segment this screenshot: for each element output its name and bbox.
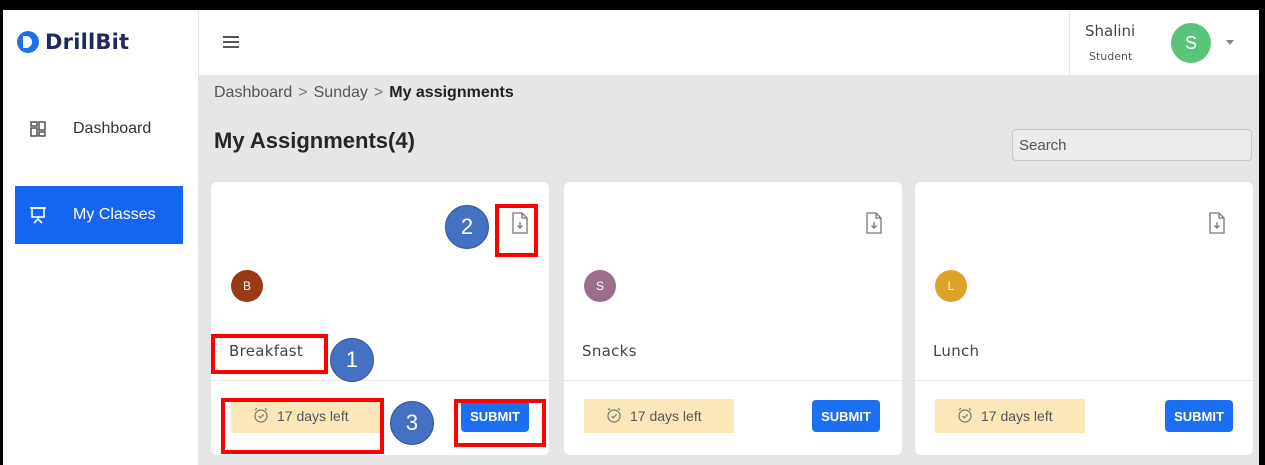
assignment-card-snacks[interactable]: S Snacks 17 days left SUBMIT <box>564 182 902 455</box>
user-name: Shalini <box>1085 22 1136 40</box>
file-download-icon[interactable] <box>865 212 883 234</box>
highlight-box-assignment-name <box>211 334 328 374</box>
sidebar-item-label: Dashboard <box>73 120 152 137</box>
highlight-box-download <box>495 204 538 257</box>
highlight-box-days-left <box>221 398 384 454</box>
submit-button[interactable]: SUBMIT <box>812 400 880 432</box>
drillbit-logo-icon <box>17 31 39 53</box>
breadcrumb-separator: > <box>298 84 308 101</box>
card-divider <box>211 380 549 381</box>
assignment-name[interactable]: Snacks <box>582 342 637 360</box>
alarm-clock-icon <box>606 407 622 426</box>
hamburger-menu-icon[interactable] <box>223 36 239 48</box>
chevron-down-icon[interactable] <box>1226 40 1234 45</box>
search-input[interactable] <box>1012 129 1252 161</box>
breadcrumb: Dashboard > Sunday > My assignments <box>214 84 514 102</box>
top-bar: Shalini Student S <box>199 10 1259 76</box>
dashboard-grid-icon <box>29 120 47 138</box>
presentation-board-icon <box>29 206 47 224</box>
sidebar-item-label: My Classes <box>73 206 156 223</box>
card-divider <box>564 380 902 381</box>
annotation-marker-3: 3 <box>390 401 434 445</box>
user-avatar[interactable]: S <box>1171 23 1211 63</box>
assignment-name[interactable]: Lunch <box>933 342 979 360</box>
page-title: My Assignments(4) <box>214 128 415 153</box>
submit-button[interactable]: SUBMIT <box>1165 400 1233 432</box>
breadcrumb-current: My assignments <box>389 84 514 101</box>
assignment-avatar: B <box>231 270 263 302</box>
days-left-badge: 17 days left <box>584 399 734 433</box>
annotation-marker-1: 1 <box>330 338 374 382</box>
breadcrumb-link-dashboard[interactable]: Dashboard <box>214 84 292 102</box>
user-role: Student <box>1089 50 1133 63</box>
sidebar-item-dashboard[interactable]: Dashboard <box>15 100 183 158</box>
sidebar-item-my-classes[interactable]: My Classes <box>15 186 183 244</box>
days-left-badge: 17 days left <box>935 399 1085 433</box>
logo-text: DrillBit <box>45 30 130 54</box>
annotation-marker-2: 2 <box>445 205 489 249</box>
days-left-text: 17 days left <box>630 408 702 424</box>
file-download-icon[interactable] <box>1208 212 1226 234</box>
assignment-avatar: L <box>935 270 967 302</box>
alarm-clock-icon <box>957 407 973 426</box>
card-divider <box>915 380 1253 381</box>
days-left-text: 17 days left <box>981 408 1053 424</box>
assignment-avatar: S <box>584 270 616 302</box>
logo[interactable]: DrillBit <box>17 30 129 54</box>
breadcrumb-link-sunday[interactable]: Sunday <box>314 84 368 102</box>
sidebar: DrillBit Dashboard My Classes <box>3 10 199 465</box>
highlight-box-submit <box>454 399 546 447</box>
assignment-card-lunch[interactable]: L Lunch 17 days left SUBMIT <box>915 182 1253 455</box>
breadcrumb-separator: > <box>373 84 384 101</box>
header-divider <box>1069 10 1070 76</box>
